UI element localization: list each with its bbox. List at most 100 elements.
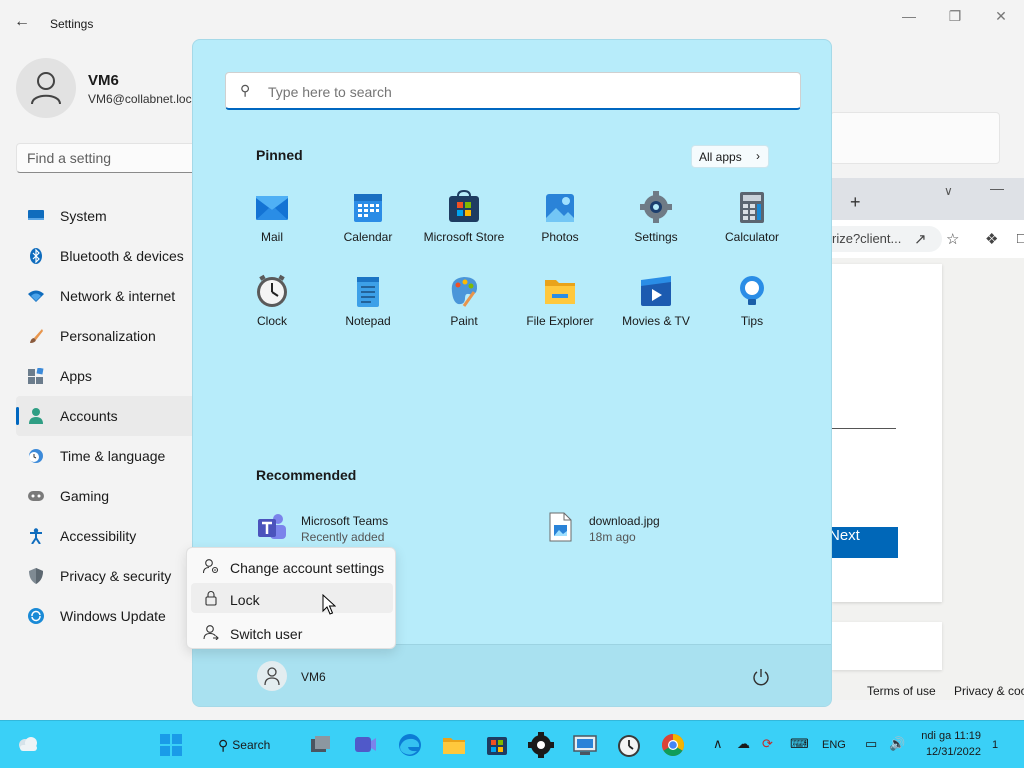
nav-item-accessibility[interactable]: Accessibility xyxy=(16,516,196,556)
nav-label: Privacy & security xyxy=(60,568,172,584)
settings-gear-icon[interactable] xyxy=(526,730,556,760)
file-explorer-icon[interactable] xyxy=(439,730,469,760)
chrome-icon[interactable] xyxy=(658,730,688,760)
taskbar-search-label: Search xyxy=(232,738,271,752)
clock-time[interactable]: ndi ga 11:19 xyxy=(921,730,981,742)
language-indicator[interactable]: ENG xyxy=(822,739,846,751)
taskbar-search[interactable]: ⚲ Search xyxy=(218,733,270,757)
profile-avatar[interactable] xyxy=(16,58,76,118)
app-label: Clock xyxy=(256,314,287,328)
start-search-box[interactable]: ⚲ xyxy=(225,72,801,110)
pinned-app-calendar[interactable]: Calendar xyxy=(320,184,416,260)
nav-item-gaming[interactable]: Gaming xyxy=(16,476,196,516)
nav-label: Apps xyxy=(60,368,92,384)
nav-item-network[interactable]: Network & internet xyxy=(16,276,196,316)
chevron-down-icon[interactable]: ∨ xyxy=(944,184,953,198)
pinned-app-tips[interactable]: Tips xyxy=(704,268,800,344)
edge-icon[interactable] xyxy=(395,730,425,760)
sidebar-icon[interactable]: □ xyxy=(1017,230,1024,247)
clock-date[interactable]: 12/31/2022 xyxy=(921,746,981,758)
monitor-icon xyxy=(28,208,44,224)
all-apps-button[interactable]: All apps › xyxy=(691,145,769,168)
input-underline[interactable] xyxy=(832,428,896,429)
keyboard-icon[interactable]: ⌨ xyxy=(790,736,809,752)
profile-email: VM6@collabnet.loc xyxy=(88,92,192,106)
pinned-app-clock[interactable]: Clock xyxy=(224,268,320,344)
store-icon[interactable] xyxy=(482,730,512,760)
pinned-app-movies-tv[interactable]: Movies & TV xyxy=(608,268,704,344)
minimize-icon[interactable]: — xyxy=(990,180,1004,196)
nav-label: Personalization xyxy=(60,328,156,344)
calendar-icon xyxy=(354,194,382,222)
nav-label: Accounts xyxy=(60,408,118,424)
menu-item-lock[interactable]: Lock xyxy=(191,583,393,613)
nav-label: Windows Update xyxy=(60,608,166,624)
pinned-app-settings[interactable]: Settings xyxy=(608,184,704,260)
gamepad-icon xyxy=(28,488,44,504)
restore-icon[interactable]: ❐ xyxy=(943,8,967,28)
nav-item-time-language[interactable]: Time & language xyxy=(16,436,196,476)
pinned-app-file-explorer[interactable]: File Explorer xyxy=(512,268,608,344)
nav-item-bluetooth[interactable]: Bluetooth & devices xyxy=(16,236,196,276)
nav-item-windows-update[interactable]: Windows Update xyxy=(16,596,196,636)
terms-link[interactable]: Terms of use xyxy=(867,684,936,698)
store-icon xyxy=(449,190,479,222)
pinned-app-paint[interactable]: Paint xyxy=(416,268,512,344)
volume-icon[interactable]: 🔊 xyxy=(889,736,905,752)
remote-desktop-icon[interactable] xyxy=(570,730,600,760)
account-context-menu: Change account settings Lock Switch user xyxy=(186,547,396,649)
menu-item-label: Switch user xyxy=(230,626,303,642)
app-label: Tips xyxy=(740,314,764,328)
nav-item-accounts[interactable]: Accounts xyxy=(16,396,196,436)
image-file-icon xyxy=(549,512,572,542)
chat-icon[interactable] xyxy=(350,730,380,760)
nav-item-system[interactable]: System xyxy=(16,196,196,236)
extensions-puzzle-icon[interactable]: ❖ xyxy=(985,230,998,248)
chevron-up-icon[interactable]: ∧ xyxy=(713,736,723,752)
back-arrow-icon[interactable]: ← xyxy=(14,13,34,33)
nav-label: Network & internet xyxy=(60,288,176,304)
all-apps-label: All apps xyxy=(699,150,742,164)
user-name[interactable]: VM6 xyxy=(301,670,326,684)
minimize-icon[interactable]: — xyxy=(897,8,921,28)
pinned-app-photos[interactable]: Photos xyxy=(512,184,608,260)
windows-start-icon[interactable] xyxy=(156,730,186,760)
start-search-input[interactable] xyxy=(268,84,788,100)
pinned-app-mail[interactable]: Mail xyxy=(224,184,320,260)
star-icon[interactable]: ☆ xyxy=(946,230,959,248)
find-setting-input[interactable]: Find a setting xyxy=(16,143,196,173)
sync-error-icon[interactable]: ⟳ xyxy=(762,736,773,752)
power-icon[interactable] xyxy=(751,667,771,687)
recommended-item-teams[interactable]: Microsoft Teams Recently added xyxy=(256,505,496,549)
pinned-app-notepad[interactable]: Notepad xyxy=(320,268,416,344)
recommended-item-download[interactable]: download.jpg 18m ago xyxy=(544,505,784,549)
next-button[interactable]: Next xyxy=(829,527,898,558)
app-label: Calendar xyxy=(343,230,393,244)
task-view-icon[interactable] xyxy=(306,730,336,760)
search-icon: ⚲ xyxy=(218,736,229,753)
close-icon[interactable]: ✕ xyxy=(989,8,1013,28)
privacy-link[interactable]: Privacy & coo xyxy=(954,684,1024,698)
clock-icon[interactable] xyxy=(614,730,644,760)
onedrive-offline-icon[interactable]: ☁ xyxy=(737,736,750,752)
new-tab-icon[interactable]: + xyxy=(850,192,861,213)
pinned-app-store[interactable]: Microsoft Store xyxy=(416,184,512,260)
nav-item-personalization[interactable]: Personalization xyxy=(16,316,196,356)
menu-item-label: Change account settings xyxy=(230,560,385,576)
user-button[interactable] xyxy=(257,661,287,691)
app-label: File Explorer xyxy=(526,314,594,328)
person-icon xyxy=(28,408,44,424)
app-label: Microsoft Store xyxy=(423,230,505,244)
menu-item-change-account-settings[interactable]: Change account settings xyxy=(191,551,393,581)
pinned-app-calculator[interactable]: Calculator xyxy=(704,184,800,260)
notepad-icon xyxy=(357,277,379,307)
mail-icon xyxy=(256,196,288,220)
network-icon[interactable]: ▭ xyxy=(865,736,877,752)
notification-count[interactable]: 1 xyxy=(992,739,998,751)
nav-item-privacy[interactable]: Privacy & security xyxy=(16,556,196,596)
nav-item-apps[interactable]: Apps xyxy=(16,356,196,396)
weather-cloud-icon[interactable] xyxy=(16,734,40,754)
menu-item-switch-user[interactable]: Switch user xyxy=(191,617,393,647)
share-icon[interactable]: ↗ xyxy=(914,230,927,248)
app-label: Calculator xyxy=(724,230,780,244)
